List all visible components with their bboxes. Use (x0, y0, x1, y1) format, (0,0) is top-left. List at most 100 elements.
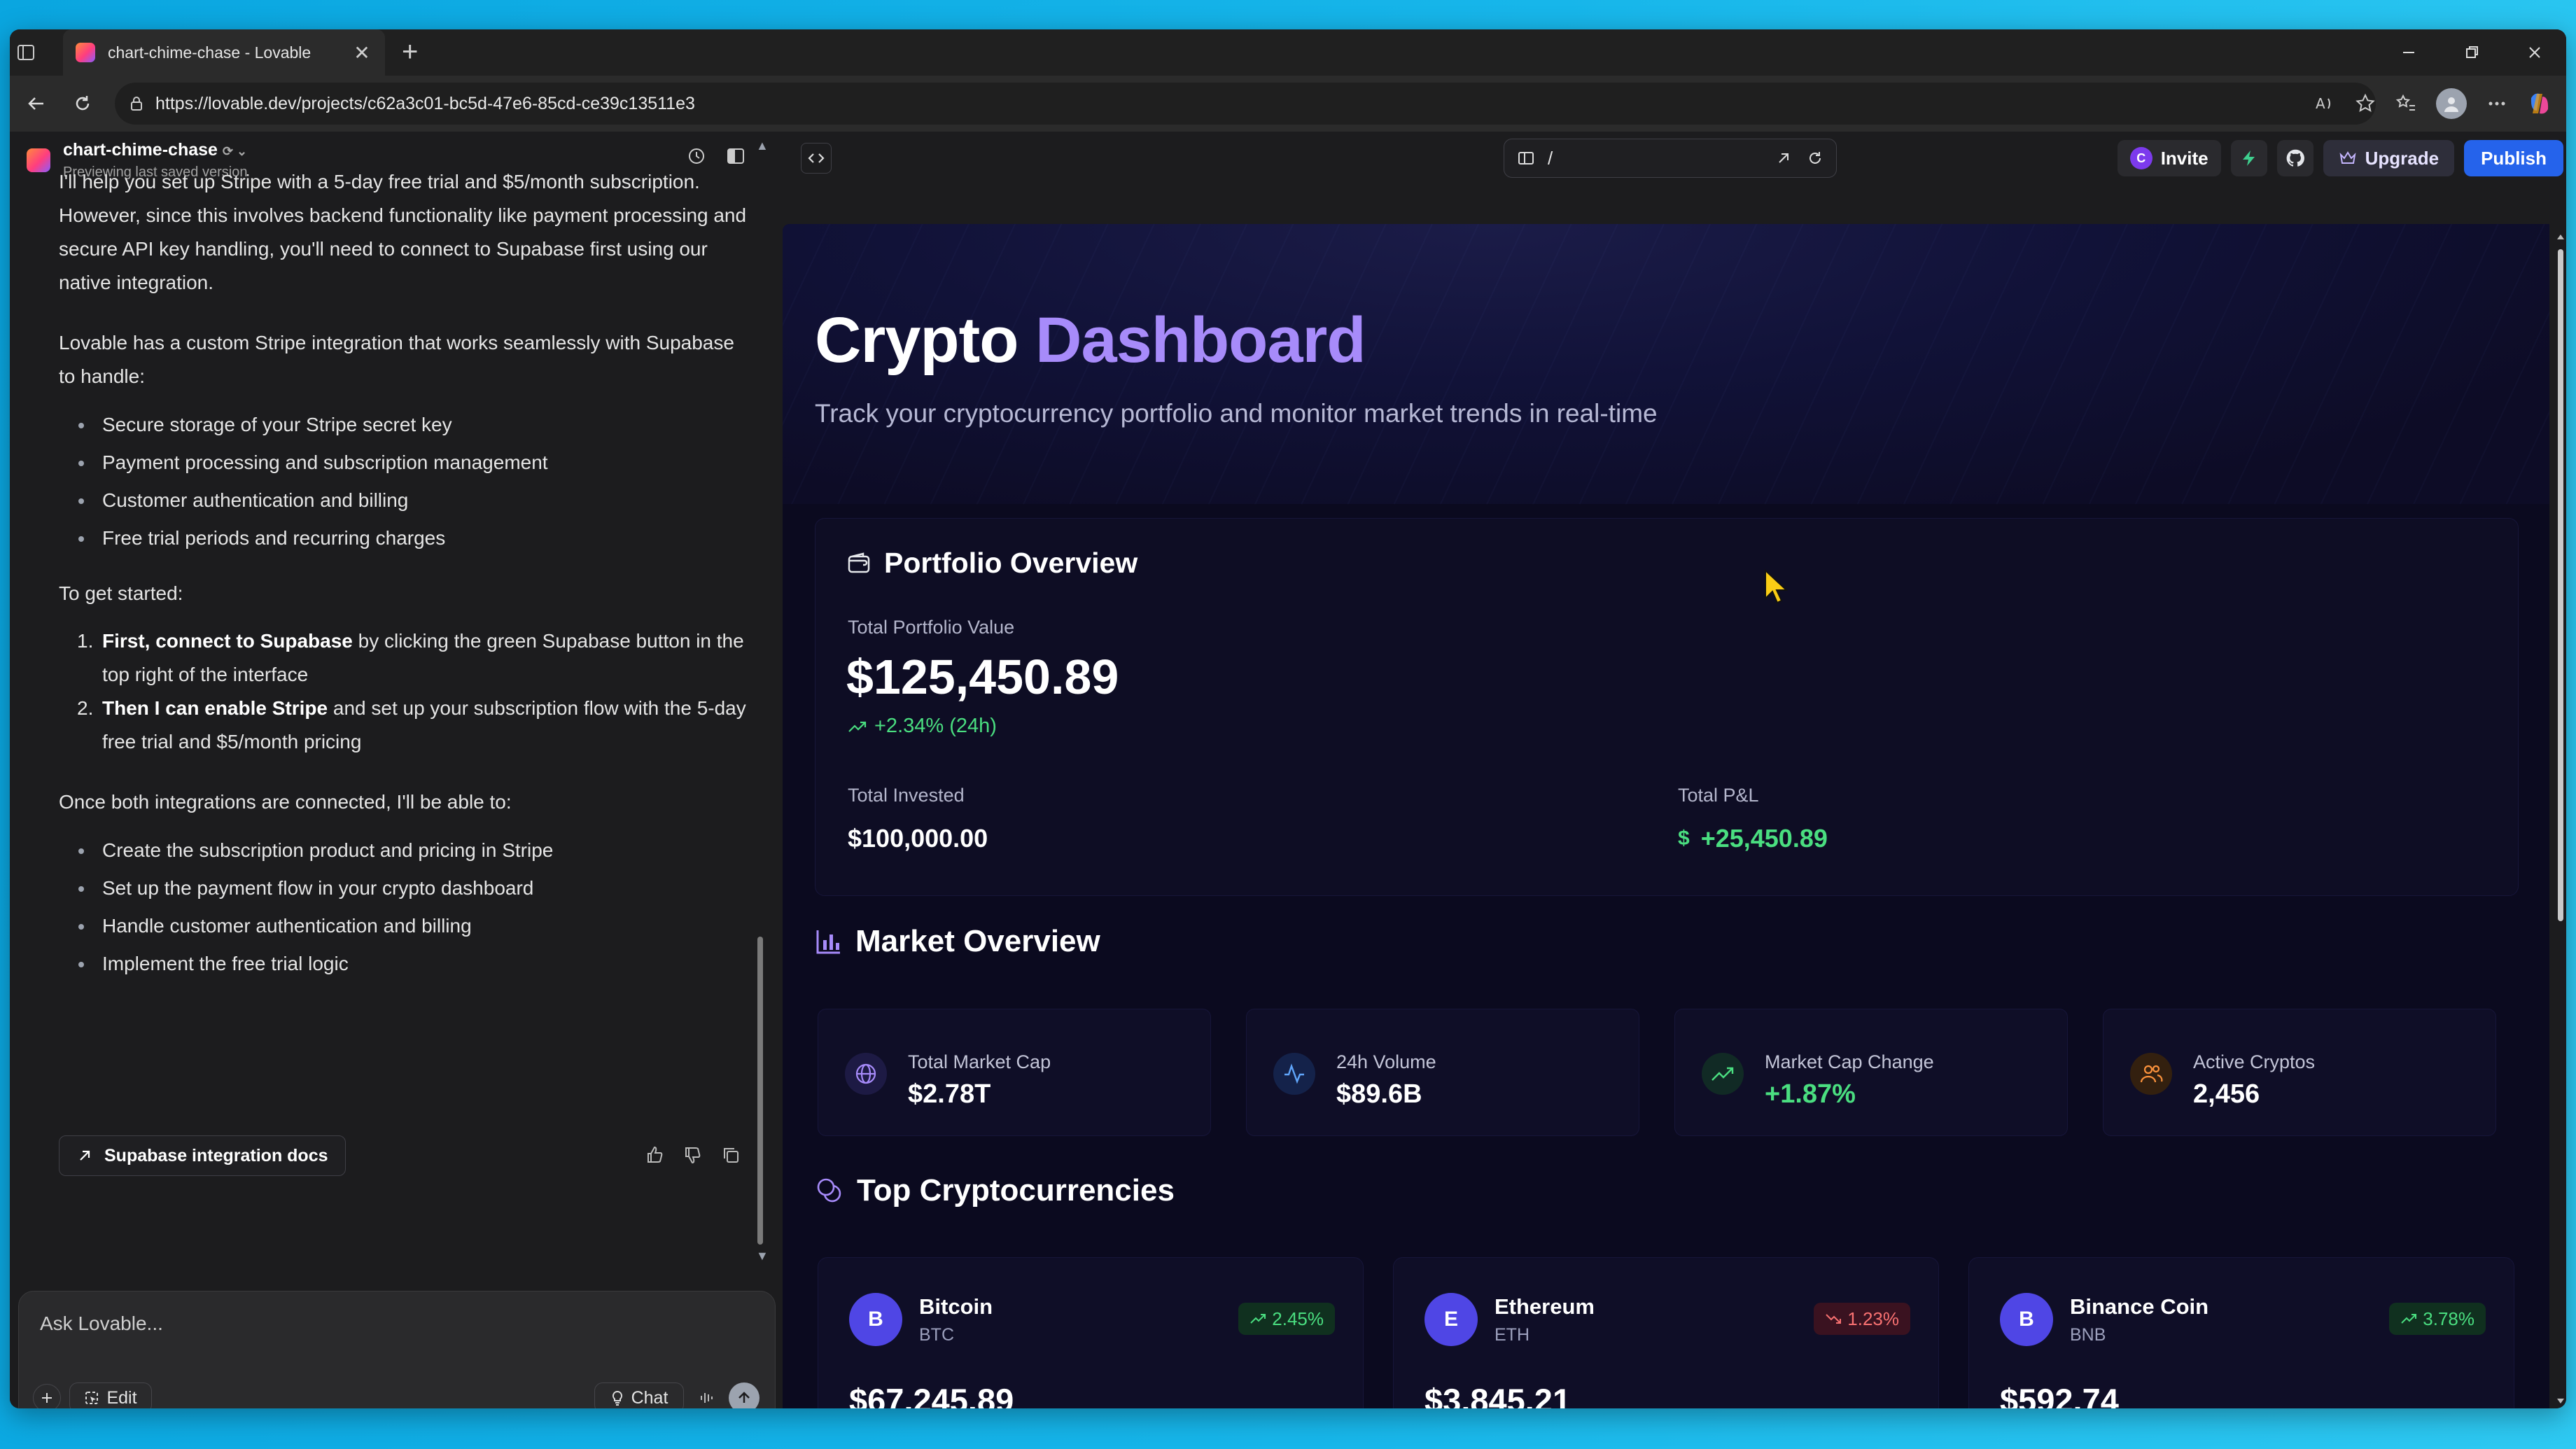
sync-icon: ⟳ ⌄ (222, 144, 248, 158)
trending-up-icon (1702, 1053, 1744, 1095)
steps-list: 1. First, connect to Supabase by clicking… (59, 624, 752, 759)
publish-button[interactable]: Publish (2464, 140, 2563, 176)
thumbs-down-icon[interactable] (683, 1145, 703, 1165)
message-paragraph: Once both integrations are connected, I'… (59, 791, 512, 813)
preview-path-bar[interactable]: / (1504, 139, 1837, 178)
more-menu-icon[interactable] (2486, 93, 2507, 114)
dollar-icon: $ (1678, 827, 1690, 850)
panel-actions (686, 146, 746, 167)
list-item: Free trial periods and recurring charges (59, 519, 752, 557)
prompt-input[interactable]: Ask Lovable... Edit Chat (18, 1291, 776, 1408)
list-item: Implement the free trial logic (59, 945, 752, 983)
coin-price: $67,245.89 (849, 1382, 1014, 1408)
browser-tab[interactable]: chart-chime-chase - Lovable ✕ (63, 29, 385, 76)
message-paragraph: To get started: (59, 582, 183, 604)
edit-mode-button[interactable]: Edit (69, 1382, 152, 1408)
add-attachment-button[interactable] (33, 1384, 61, 1408)
coin-symbol: BNB (2070, 1325, 2106, 1345)
url-text[interactable]: https://lovable.dev/projects/c62a3c01-bc… (155, 94, 695, 114)
portfolio-card: Portfolio Overview Total Portfolio Value… (815, 518, 2519, 896)
stat-value: +1.87% (1765, 1079, 1856, 1109)
reload-icon[interactable] (63, 84, 102, 123)
select-icon (84, 1390, 99, 1406)
send-button[interactable] (729, 1382, 760, 1408)
toggle-panel-icon[interactable] (725, 146, 746, 167)
url-bar[interactable]: https://lovable.dev/projects/c62a3c01-bc… (115, 83, 2376, 125)
sidebar-toggle-icon[interactable] (17, 43, 35, 62)
copilot-icon[interactable] (2527, 91, 2552, 116)
trending-up-icon (1250, 1312, 1266, 1325)
coin-name: Binance Coin (2070, 1294, 2209, 1319)
back-icon[interactable] (17, 84, 56, 123)
minimize-icon[interactable] (2377, 29, 2440, 76)
preview-toolbar: / C Invite Upgrade Publish (780, 132, 2566, 196)
coin-avatar: E (1424, 1293, 1478, 1346)
preview-path[interactable]: / (1548, 148, 1553, 169)
list-item: Secure storage of your Stripe secret key (59, 406, 752, 444)
stat-label: Market Cap Change (1765, 1051, 1934, 1072)
invested-value: $100,000.00 (848, 824, 988, 853)
change-24h: +2.34% (24h) (848, 715, 997, 738)
coin-card-binance[interactable]: B Binance Coin BNB 3.78% $592.74 (1968, 1257, 2514, 1408)
trending-up-icon (848, 720, 867, 734)
refresh-preview-icon[interactable] (1807, 150, 1823, 167)
users-icon (2130, 1053, 2172, 1095)
copy-icon[interactable] (721, 1145, 741, 1165)
invested-label: Total Invested (848, 785, 965, 806)
device-toggle-icon[interactable] (1517, 149, 1535, 167)
profile-avatar-icon[interactable] (2436, 88, 2467, 119)
history-icon[interactable] (686, 146, 707, 167)
chat-mode-button[interactable]: Chat (594, 1382, 684, 1408)
project-name[interactable]: chart-chime-chase (63, 140, 218, 160)
crown-icon (2339, 150, 2357, 167)
code-view-button[interactable] (801, 143, 832, 174)
coin-card-bitcoin[interactable]: B Bitcoin BTC 2.45% $67,245.89 (818, 1257, 1364, 1408)
read-aloud-icon[interactable]: A (2314, 93, 2335, 114)
change-badge: 2.45% (1238, 1303, 1335, 1335)
tab-strip: chart-chime-chase - Lovable ✕ + (10, 29, 2566, 76)
scroll-down-icon[interactable]: ▼ (756, 1249, 769, 1264)
supabase-docs-button[interactable]: Supabase integration docs (59, 1135, 346, 1176)
scroll-up-icon[interactable]: ▲ (756, 139, 769, 153)
lightbulb-icon (610, 1390, 624, 1406)
close-tab-icon[interactable]: ✕ (351, 41, 372, 64)
stat-card-active-cryptos: Active Cryptos 2,456 (2103, 1009, 2496, 1136)
prompt-placeholder[interactable]: Ask Lovable... (40, 1312, 163, 1335)
upgrade-button[interactable]: Upgrade (2323, 140, 2455, 176)
list-item: Handle customer authentication and billi… (59, 907, 752, 945)
thumbs-up-icon[interactable] (645, 1145, 665, 1165)
lovable-app: chart-chime-chase ⟳ ⌄ Previewing last sa… (10, 132, 2566, 1408)
site-info-icon[interactable] (129, 96, 144, 111)
bar-chart-icon (815, 927, 843, 955)
favorite-star-icon[interactable] (2355, 93, 2376, 114)
voice-input-button[interactable] (692, 1384, 720, 1408)
pl-label: Total P&L (1678, 785, 1759, 806)
coin-card-ethereum[interactable]: E Ethereum ETH 1.23% $3,845.21 (1393, 1257, 1939, 1408)
github-icon[interactable] (2276, 140, 2314, 176)
toolbar-actions: C Invite Upgrade Publish (2117, 140, 2563, 176)
supabase-button[interactable] (2230, 140, 2267, 176)
open-new-window-icon[interactable] (1776, 150, 1791, 166)
browser-window: chart-chime-chase - Lovable ✕ + https://… (10, 29, 2566, 1408)
mouse-cursor-icon (1764, 569, 1788, 604)
next-steps-list: Create the subscription product and pric… (59, 832, 752, 983)
browser-actions: A (2314, 76, 2552, 132)
change-badge: 1.23% (1814, 1303, 1910, 1335)
coin-name: Ethereum (1494, 1294, 1595, 1319)
favorites-icon[interactable] (2395, 93, 2416, 114)
chat-panel: chart-chime-chase ⟳ ⌄ Previewing last sa… (10, 132, 780, 1408)
lovable-favicon-icon (76, 43, 95, 62)
page-subtitle: Track your cryptocurrency portfolio and … (815, 399, 1658, 428)
restore-icon[interactable] (2440, 29, 2503, 76)
coin-symbol: BTC (919, 1325, 954, 1345)
preview-scrollbar[interactable] (2555, 230, 2566, 1408)
app-preview: Crypto Dashboard Track your cryptocurren… (783, 224, 2549, 1408)
close-window-icon[interactable] (2503, 29, 2566, 76)
chat-scrollbar[interactable] (757, 937, 763, 1245)
trending-down-icon (1825, 1312, 1842, 1325)
stat-value: $89.6B (1336, 1079, 1422, 1109)
list-item: Create the subscription product and pric… (59, 832, 752, 869)
invite-button[interactable]: C Invite (2117, 140, 2221, 176)
address-bar-row: https://lovable.dev/projects/c62a3c01-bc… (10, 76, 2566, 132)
new-tab-button[interactable]: + (402, 36, 418, 67)
